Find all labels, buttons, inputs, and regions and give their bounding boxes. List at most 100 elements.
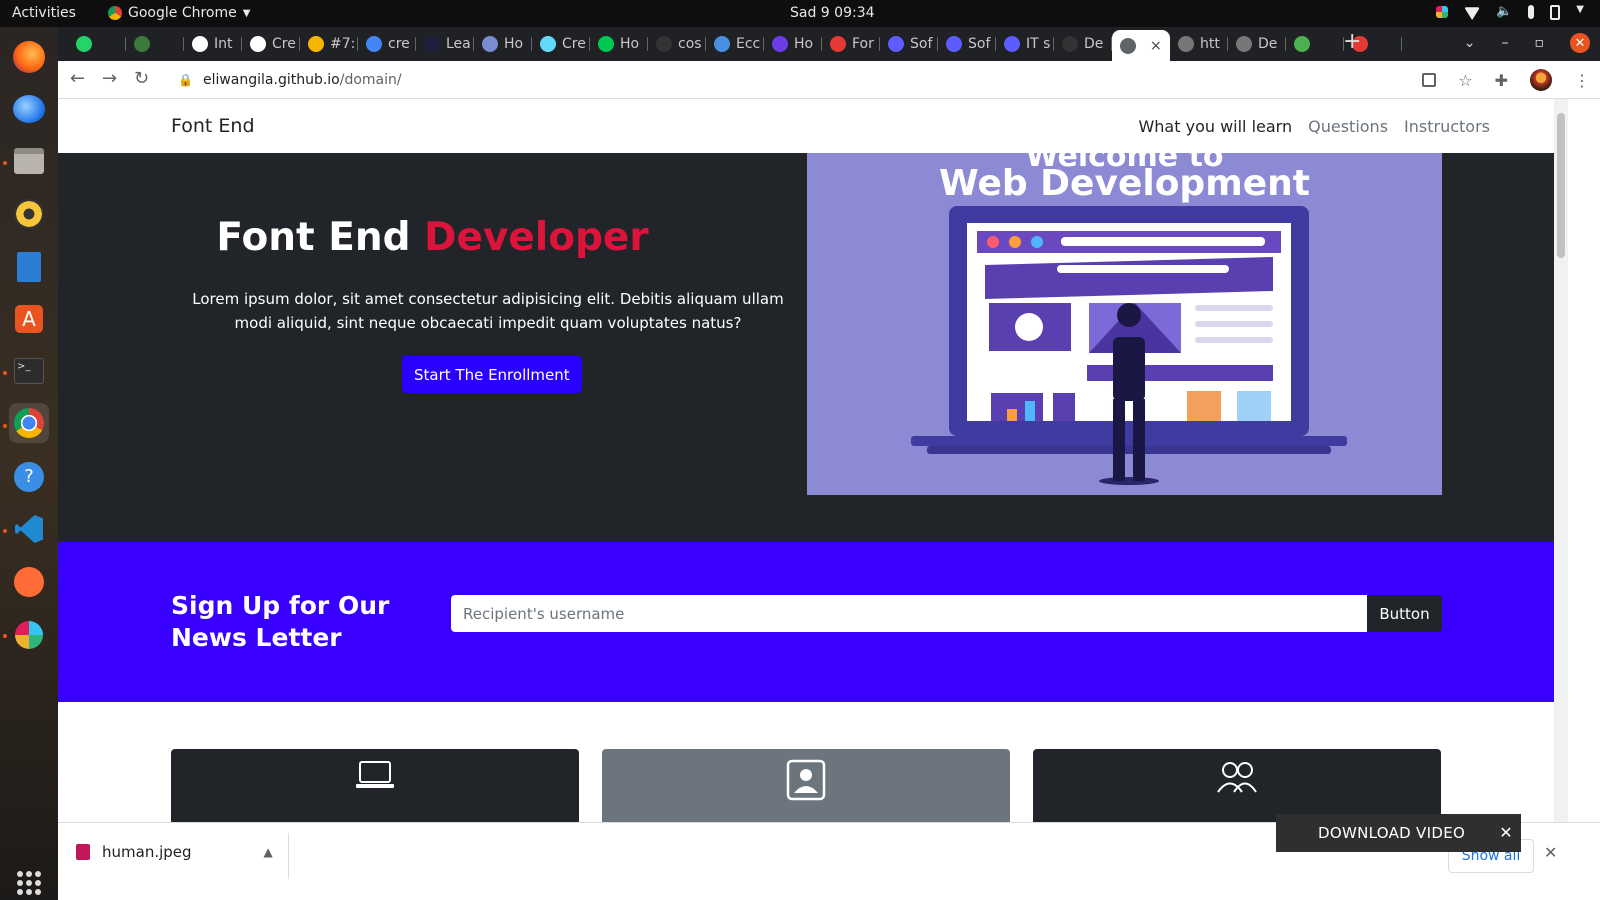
newsletter-submit-button[interactable]: Button [1367,595,1442,632]
download-separator [288,833,289,879]
tab-favicon-icon [308,36,324,52]
new-tab-button[interactable]: + [1343,29,1361,54]
software-center-icon[interactable]: A [9,299,49,339]
forward-arrow-icon[interactable]: → [102,68,117,89]
image-file-icon [76,844,90,860]
browser-tab-13[interactable]: For [822,30,880,58]
lock-icon[interactable]: 🔒 [178,73,193,87]
close-tab-icon[interactable]: × [1150,38,1162,54]
thunderbird-icon[interactable] [9,89,49,129]
restore-button[interactable]: ▫ [1535,35,1545,51]
browser-tab-12[interactable]: Ho [764,30,822,58]
slack-tray-icon[interactable] [1436,6,1449,18]
firefox-icon[interactable] [9,37,49,77]
bookmark-star-icon[interactable]: ☆ [1458,71,1472,90]
browser-tab-17[interactable]: De [1054,30,1112,58]
slack-icon[interactable] [9,615,49,655]
browser-tab-after-0[interactable]: htt [1170,30,1228,58]
tab-label: Cre [562,36,586,52]
browser-tab-7[interactable]: Ho [474,30,532,58]
app-menu[interactable]: Google Chrome ▼ [108,5,250,21]
tab-label: For [852,36,874,52]
feature-card-virtual[interactable] [171,749,579,822]
browser-tab-15[interactable]: Sof [938,30,996,58]
close-overlay-icon[interactable]: ✕ [1499,823,1513,842]
browser-tab-10[interactable]: cos [648,30,706,58]
newsletter-username-input[interactable] [451,595,1367,632]
start-enrollment-button[interactable]: Start The Enrollment [402,356,582,393]
feature-card-hybrid[interactable] [602,749,1010,822]
battery-icon[interactable] [1550,4,1561,20]
minimize-button[interactable]: – [1502,35,1509,51]
browser-tab-0[interactable] [68,30,126,58]
postman-icon[interactable] [9,562,49,602]
back-arrow-icon[interactable]: ← [70,68,85,89]
nav-link-questions[interactable]: Questions [1308,117,1388,136]
tab-favicon-icon [656,36,672,52]
site-brand[interactable]: Font End [171,115,255,137]
address-bar[interactable]: 🔒 eliwangila.github.io/domain/ [166,65,1426,95]
browser-tab-2[interactable]: Int [184,30,242,58]
tabs-list: Int Cre #7: cre Lea Ho Cre Ho cos Ecc Ho For Sof Sof I… [68,30,1402,61]
tab-label: htt [1200,36,1220,52]
browser-tab-3[interactable]: Cre [242,30,300,58]
tab-label: De [1258,36,1278,52]
browser-tab-11[interactable]: Ecc [706,30,764,58]
qr-code-icon[interactable] [1422,73,1437,87]
browser-tab-active[interactable]: × [1112,30,1170,61]
scrollbar-thumb[interactable] [1557,113,1565,258]
microphone-icon[interactable] [1528,5,1535,19]
ubuntu-dock: A >_ ? [0,27,58,900]
browser-tab-6[interactable]: Lea [416,30,474,58]
tab-search-chevron-icon[interactable]: ⌄ [1464,35,1476,51]
nav-link-instructors[interactable]: Instructors [1404,117,1490,136]
tab-favicon-icon [250,36,266,52]
nav-link-what-you-will-learn[interactable]: What you will learn [1138,117,1292,136]
system-clock[interactable]: Sad 9 09:34 [790,5,875,21]
system-tray[interactable]: 🔈 ▼ [1436,4,1584,20]
system-menu-chevron-icon[interactable]: ▼ [1576,4,1584,20]
hero-title: Font End Developer [58,215,807,260]
hero-lead-text: Lorem ipsum dolor, sit amet consectetur … [192,290,784,332]
browser-tab-9[interactable]: Ho [590,30,648,58]
vscode-icon[interactable] [9,509,49,549]
browser-tab-14[interactable]: Sof [880,30,938,58]
wifi-icon[interactable] [1464,7,1481,20]
rhythmbox-icon[interactable] [9,194,49,234]
browser-tab-8[interactable]: Cre [532,30,590,58]
hero-title-accent: Developer [424,215,649,260]
download-video-overlay[interactable]: DOWNLOAD VIDEO ✕ [1276,814,1521,852]
browser-tab-1[interactable] [126,30,184,58]
browser-tab-after-1[interactable]: De [1228,30,1286,58]
close-window-button[interactable]: ✕ [1570,33,1590,53]
download-item[interactable]: human.jpeg ▲ [76,843,273,861]
newsletter-title: Sign Up for Our News Letter [171,591,390,652]
help-icon[interactable]: ? [9,457,49,497]
profile-avatar[interactable] [1530,69,1552,91]
hero-illustration: Welcome to Web Development [807,153,1442,495]
browser-tab-5[interactable]: cre [358,30,416,58]
chrome-dock-icon[interactable] [9,403,49,443]
reload-icon[interactable]: ↻ [134,68,149,89]
activities-button[interactable]: Activities [12,5,76,21]
extensions-puzzle-icon[interactable]: ✚ [1495,71,1508,90]
files-icon[interactable] [9,141,49,181]
tab-favicon-icon [772,36,788,52]
tab-favicon-icon [1004,36,1020,52]
show-applications-icon[interactable] [17,871,41,895]
chevron-up-icon[interactable]: ▲ [264,845,273,859]
features-section [58,702,1554,822]
page-scrollbar[interactable] [1554,99,1568,822]
close-download-shelf-icon[interactable]: ✕ [1544,843,1557,862]
tab-label: #7: [330,36,356,52]
menu-kebab-icon[interactable]: ⋮ [1574,71,1590,90]
browser-tab-after-2[interactable] [1286,30,1344,58]
terminal-icon[interactable]: >_ [9,351,49,391]
tab-favicon-icon [1294,36,1310,52]
feature-card-in-person[interactable] [1033,749,1441,822]
volume-icon[interactable]: 🔈 [1496,4,1512,20]
libreoffice-writer-icon[interactable] [9,247,49,287]
browser-tab-4[interactable]: #7: [300,30,358,58]
app-menu-label: Google Chrome [128,5,237,21]
browser-tab-16[interactable]: IT s [996,30,1054,58]
